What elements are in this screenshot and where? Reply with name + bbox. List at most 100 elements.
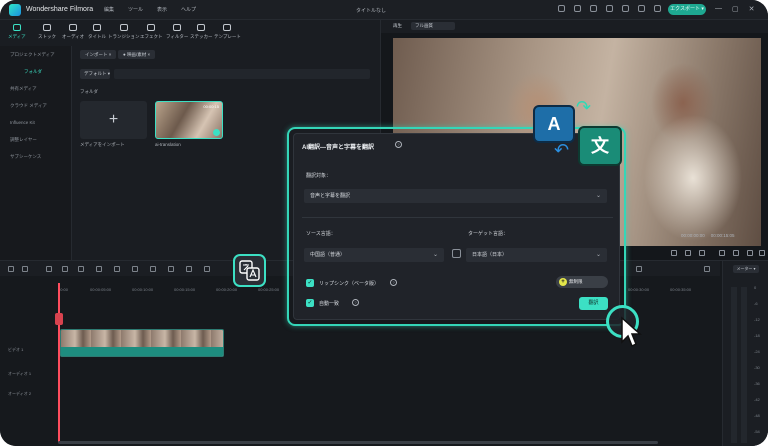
layout-icon[interactable]: [8, 266, 14, 272]
minimize-icon[interactable]: —: [715, 5, 722, 13]
tab-stickers-label: ステッカー: [190, 34, 213, 39]
import-chip[interactable]: インポート ×: [80, 50, 117, 59]
sidebar-item-cloud-media[interactable]: クラウド メディア: [0, 97, 71, 114]
tab-templates[interactable]: テンプレート: [214, 24, 241, 40]
account-icon[interactable]: [654, 5, 661, 12]
total-time: 00:00:15:05: [710, 233, 735, 238]
gift-icon[interactable]: [606, 5, 613, 12]
track-label-audio-1: オーディオ 1: [8, 371, 32, 376]
thumbnail-duration: 00:00:15: [203, 104, 219, 109]
menu-edit[interactable]: 編集: [104, 6, 114, 13]
target-language-select[interactable]: 日本語（日本） ⌄: [466, 248, 607, 262]
sidebar-item-project-media[interactable]: プロジェクトメディア: [0, 46, 71, 63]
playhead-marker[interactable]: [55, 313, 63, 325]
redo-icon[interactable]: [78, 266, 84, 272]
player-tab[interactable]: 再生: [393, 23, 402, 29]
auto-match-help-icon[interactable]: ?: [352, 299, 359, 306]
category-chip[interactable]: ● 映画/素材 ×: [118, 50, 156, 59]
auto-match-checkbox[interactable]: ✓: [306, 299, 314, 307]
tab-stickers[interactable]: ステッカー: [190, 24, 213, 40]
tab-stock[interactable]: ストック: [38, 24, 56, 40]
target-type-select[interactable]: 音声と字幕を翻訳 ⌄: [304, 189, 607, 203]
meter-scale-label: -54: [754, 429, 760, 434]
swap-language-icon[interactable]: [452, 249, 461, 258]
device-icon[interactable]: [558, 5, 565, 12]
close-icon[interactable]: ✕: [749, 5, 755, 13]
import-media-button[interactable]: +: [80, 101, 147, 139]
dialog-divider: [302, 217, 613, 218]
media-thumbnail[interactable]: 00:00:15: [155, 101, 223, 139]
video-clip[interactable]: [60, 329, 224, 357]
split-icon[interactable]: [96, 266, 102, 272]
sidebar-item-shared-media[interactable]: 共有メディア: [0, 80, 71, 97]
save-icon[interactable]: [590, 5, 597, 12]
help-icon[interactable]: ?: [395, 141, 402, 148]
audio-icon[interactable]: [186, 266, 192, 272]
timeline-scrollbar[interactable]: [58, 441, 658, 444]
menu-bar: 編集 ツール 表示 ヘルプ: [104, 6, 196, 13]
lipsync-checkbox[interactable]: ✓: [306, 279, 314, 287]
color-icon[interactable]: [168, 266, 174, 272]
menu-tools[interactable]: ツール: [128, 6, 143, 13]
speed-icon[interactable]: [150, 266, 156, 272]
select-icon[interactable]: [22, 266, 28, 272]
export-button[interactable]: エクスポート ▾: [668, 4, 706, 15]
source-language-select[interactable]: 中国語（普通） ⌄: [304, 248, 444, 262]
app-name: Wondershare Filmora: [26, 6, 94, 13]
import-media-label: メディアをインポート: [80, 142, 125, 147]
translate-button[interactable]: 翻訳: [579, 297, 608, 310]
tab-audio[interactable]: オーディオ: [62, 24, 84, 40]
sidebar-item-subsequence[interactable]: サブシーケンス: [0, 148, 71, 165]
lipsync-help-icon[interactable]: ?: [390, 279, 397, 286]
media-search-input[interactable]: [114, 69, 370, 79]
sort-dropdown[interactable]: デフォルト ▾: [80, 69, 110, 79]
ruler-tick: 00:00: [58, 287, 69, 292]
quota-label: 無制限: [569, 279, 583, 284]
text-tool-icon[interactable]: [132, 266, 138, 272]
grid-icon[interactable]: [638, 5, 645, 12]
maximize-icon[interactable]: ▢: [732, 5, 739, 13]
zoom-in-icon[interactable]: [704, 266, 710, 272]
transition-icon: [119, 24, 128, 31]
marker-icon[interactable]: [204, 266, 210, 272]
tab-transitions[interactable]: トランジション: [108, 24, 140, 40]
headset-icon[interactable]: [574, 5, 581, 12]
quota-badge[interactable]: + 無制限: [556, 276, 608, 288]
menu-help[interactable]: ヘルプ: [181, 6, 196, 13]
crop-icon[interactable]: [114, 266, 120, 272]
translate-glyph-icon: [239, 260, 260, 281]
app-window: Wondershare Filmora 編集 ツール 表示 ヘルプ タイトルなし…: [0, 0, 768, 446]
tab-filters[interactable]: フィルター: [166, 24, 188, 40]
tab-stock-label: ストック: [38, 34, 56, 39]
quality-dropdown[interactable]: フル画質: [411, 22, 455, 30]
ruler-tick: 00:00:10:00: [132, 287, 154, 292]
music-icon: [69, 24, 78, 31]
sidebar-item-folder[interactable]: フォルダ: [0, 63, 71, 80]
tab-effects[interactable]: エフェクト: [140, 24, 163, 40]
meter-dropdown[interactable]: メーター ▾: [733, 265, 759, 273]
asset-toolbar: メディア ストック オーディオ タイトル トランジション エフェクト フィルター…: [0, 20, 380, 46]
effects-icon: [147, 24, 156, 31]
undo-icon[interactable]: [62, 266, 68, 272]
prev-frame-icon[interactable]: [671, 250, 677, 256]
playhead[interactable]: [58, 283, 60, 443]
meter-scale-label: -6: [754, 301, 758, 306]
meter-scale-label: -42: [754, 397, 760, 402]
next-frame-icon[interactable]: [699, 250, 705, 256]
stock-icon: [43, 24, 51, 31]
tab-titles[interactable]: タイトル: [88, 24, 106, 40]
display-icon[interactable]: [719, 250, 725, 256]
sidebar-item-adjustment-layer[interactable]: 調整レイヤー: [0, 131, 71, 148]
zoom-out-icon[interactable]: [636, 266, 642, 272]
sidebar-item-influence-kit[interactable]: Influence Kit: [0, 114, 71, 131]
ai-translation-dialog: AI翻訳—音声と字幕を翻訳 ? 翻訳対象： 音声と字幕を翻訳 ⌄ ソース言語： …: [293, 133, 620, 320]
titlebar-icons: [558, 5, 661, 12]
menu-view[interactable]: 表示: [157, 6, 167, 13]
fullscreen-icon[interactable]: [759, 250, 765, 256]
tab-media[interactable]: メディア: [8, 24, 26, 40]
upload-icon[interactable]: [622, 5, 629, 12]
snapshot-icon[interactable]: [733, 250, 739, 256]
volume-icon[interactable]: [747, 250, 753, 256]
delete-icon[interactable]: [46, 266, 52, 272]
play-icon[interactable]: [685, 250, 691, 256]
